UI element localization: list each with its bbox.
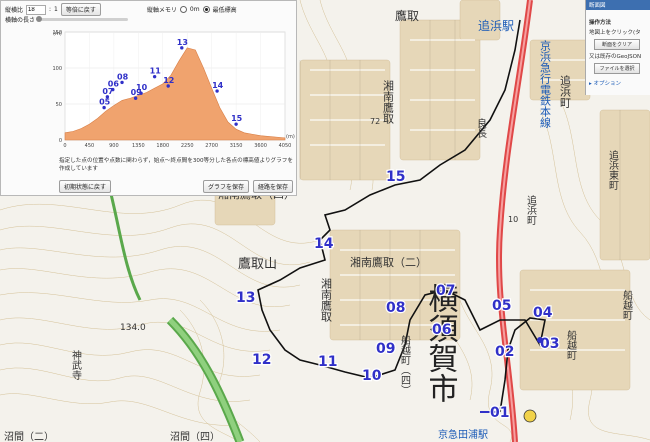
elevation-profile-chart: 050100150 0 450 900 1350 1800 2250 2700 3150 360… (52, 30, 295, 149)
length-label: 横軸の長さ (5, 17, 36, 24)
instructions-line-2: 又は既存のGeoJSON (589, 54, 642, 60)
radio-zero-label: 0m (189, 6, 200, 13)
x-tick-label: 3600 (254, 143, 267, 149)
label-numama: 沼間（二） (4, 430, 54, 442)
save-graph-button[interactable]: グラフを保存 (203, 180, 250, 193)
x-unit-label: (m) (286, 134, 295, 140)
profile-note: 指定した点の位置や点数に関わらず，始点～終点間を300等分した各点の標高値よりグ… (59, 158, 293, 172)
y-tick-label: 100 (52, 66, 62, 72)
station-marker (523, 409, 537, 423)
clear-section-button[interactable]: 断面をクリア (594, 39, 640, 50)
label-funakoshi-left: 船越町（四） (399, 334, 411, 395)
x-tick-label: 3150 (230, 143, 243, 149)
route-point-10[interactable]: 10 (361, 367, 383, 385)
route-point-08[interactable]: 08 (385, 299, 407, 317)
panel-toolbar: 縦横比 : 1 等倍に戻す 縦軸メモリ 0m 最低標高 (5, 3, 237, 16)
route-point-06[interactable]: 06 (431, 321, 453, 339)
label-keikyu-taura: 京急田浦駅 (438, 428, 488, 441)
route-point-12[interactable]: 12 (251, 351, 273, 369)
label-elev-134: 134.0 (120, 323, 146, 333)
profile-point-label: 05 (99, 98, 111, 107)
label-numama-2: 沼間（四） (170, 430, 220, 442)
route-point-14[interactable]: 14 (313, 235, 335, 253)
route-point-04[interactable]: 04 (532, 304, 554, 322)
label-keikyu-line: 京浜急行電鉄本線 (539, 39, 552, 128)
profile-point-label: 14 (212, 81, 224, 90)
route-point-marker (537, 337, 543, 343)
label-takatori-top: 鷹取 (395, 8, 419, 23)
label-oppama-station: 追浜駅 (478, 18, 514, 33)
route-point-03[interactable]: 03 (539, 335, 561, 353)
x-tick-label: 1350 (132, 143, 145, 149)
label-buko: 神武寺 (70, 349, 82, 380)
label-funakoshi-right: 船越町 (565, 329, 577, 360)
profile-point-label: 13 (177, 38, 188, 47)
route-point-13[interactable]: 13 (235, 289, 257, 307)
route-point-01[interactable]: 01 (489, 404, 511, 422)
instructions-line-1: 地図上をクリック(タ (589, 30, 641, 36)
length-slider[interactable] (36, 16, 129, 22)
reset-button[interactable]: 初期状態に戻す (59, 180, 112, 193)
label-num-72: 72 (370, 117, 380, 126)
route-point-09[interactable]: 09 (375, 340, 397, 358)
x-tick-labels: 0 450 900 1350 1800 2250 2700 3150 3600 4050 (63, 143, 291, 149)
axis-label: 縦軸メモリ (146, 7, 177, 14)
x-tick-label: 450 (85, 143, 95, 149)
elevation-profile-panel: 縦横比 : 1 等倍に戻す 縦軸メモリ 0m 最低標高 横軸の長さ 050100… (0, 0, 297, 196)
route-point-05[interactable]: 05 (491, 297, 513, 315)
profile-point-label: 11 (150, 67, 162, 76)
ratio-unit: 1 (54, 6, 58, 13)
save-route-button[interactable]: 経路を保存 (253, 180, 294, 193)
route-point-15[interactable]: 15 (385, 168, 407, 186)
route-point-02[interactable]: 02 (494, 343, 516, 361)
length-slider-row: 横軸の長さ (5, 15, 129, 24)
label-oppama-cho: 追浜町 (559, 74, 572, 108)
cross-section-control-panel: 断面図 操作方法 地図上をクリック(タ 断面をクリア 又は既存のGeoJSON … (585, 0, 650, 95)
ratio-colon: : (49, 6, 52, 13)
label-takatoriyama: 鷹取山 (238, 257, 277, 272)
y-tick-label: 0 (59, 138, 62, 144)
radio-zero[interactable] (179, 6, 187, 13)
label-shonan-takatori-2: 湘南鷹取（二） (350, 255, 427, 269)
label-oppama-higashi: 追浜東町 (607, 149, 619, 190)
y-tick-labels: 050100150 (52, 30, 62, 144)
label-funakoshi: 船越町 (621, 289, 633, 320)
y-tick-label: 50 (56, 102, 62, 108)
radio-min-elevation[interactable] (202, 6, 210, 13)
panel-header: 断面図 (586, 0, 650, 10)
label-yokosuka: 横須賀市 (423, 283, 459, 403)
y-unit-label: (m) (53, 31, 62, 37)
label-oppama-cho-2: 追浜町 (525, 194, 537, 225)
label-num-10: 10 (508, 215, 518, 224)
file-select-button[interactable]: ファイルを選択 (594, 63, 640, 74)
options-toggle[interactable]: ▸ オプション (589, 79, 650, 87)
x-tick-label: 900 (109, 143, 119, 149)
label-shonan-takatori: 湘南鷹取 (382, 79, 395, 125)
ratio-label: 縦横比 (5, 7, 24, 14)
radio-min-label: 最低標高 (212, 7, 237, 14)
profile-point-label: 15 (231, 114, 243, 123)
x-tick-label: 2250 (181, 143, 194, 149)
profile-point-label: 10 (136, 83, 148, 92)
x-tick-label: 2700 (205, 143, 218, 149)
x-tick-label: 0 (63, 143, 66, 149)
instructions-title: 操作方法 (589, 20, 612, 26)
profile-point-label: 12 (163, 76, 174, 85)
label-yoshinaga: 良長 (475, 117, 487, 139)
profile-point-label: 08 (117, 72, 129, 81)
x-tick-label: 1800 (156, 143, 169, 149)
route-point-07[interactable]: 07 (435, 282, 457, 300)
x-tick-label: 4050 (279, 143, 292, 149)
route-point-11[interactable]: 11 (317, 353, 339, 371)
label-shonan-takatori-v: 湘南鷹取 (320, 277, 333, 323)
slider-knob[interactable] (36, 16, 43, 22)
ratio-input[interactable] (26, 4, 47, 15)
